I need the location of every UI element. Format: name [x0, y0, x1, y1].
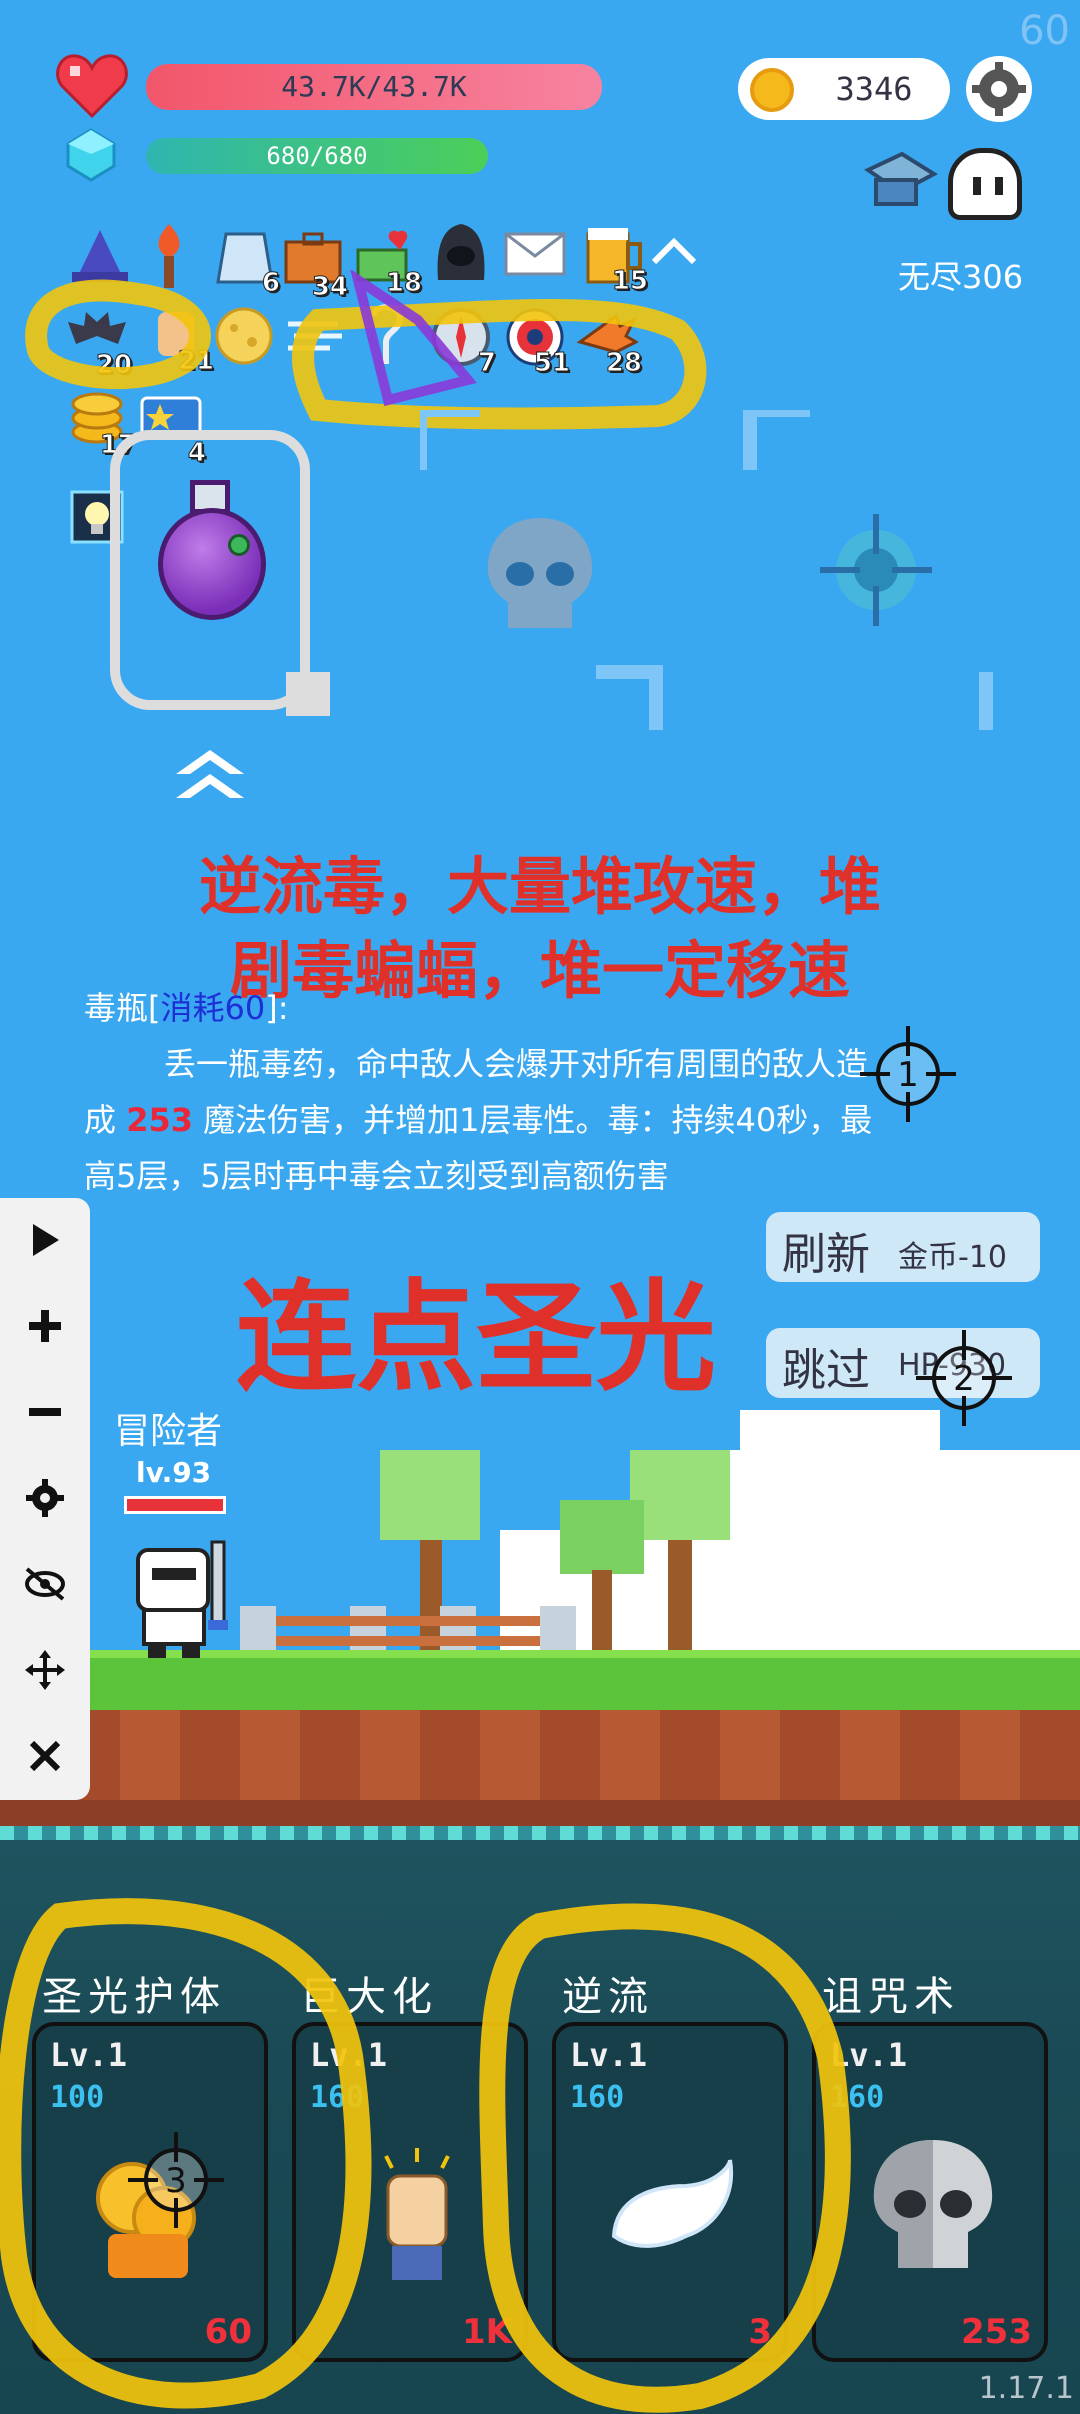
- version-label: 1.17.1: [978, 2371, 1074, 2406]
- marker-1-label: 1: [897, 1055, 919, 1095]
- gear-icon: [972, 62, 1026, 116]
- endless-mode-label: 无尽306: [898, 258, 1024, 296]
- map-icon[interactable]: [862, 150, 940, 214]
- player-level: lv.93: [136, 1456, 212, 1489]
- play-icon: [33, 1224, 59, 1256]
- player-name: 冒险者: [114, 1411, 223, 1452]
- slot-corners: [420, 410, 993, 730]
- ghost-icon[interactable]: [948, 148, 1022, 220]
- bracket-open: [: [148, 989, 161, 1027]
- coin-value: 3346: [835, 70, 913, 108]
- slot-corner: [286, 672, 330, 716]
- hp-bar: 43.7K/43.7K: [146, 64, 602, 110]
- eye-off-icon: [25, 1567, 65, 1601]
- fps-counter: 60: [1019, 8, 1070, 54]
- plus-icon: [29, 1310, 61, 1342]
- heart-icon: [56, 52, 128, 118]
- collapse-chevron-up-icon[interactable]: [650, 236, 698, 266]
- annotation-line-1: 逆流毒，大量堆攻速，堆: [198, 850, 881, 923]
- desc-suffix: 魔法伤害，并增加1层毒性。毒：持续40秒，最: [192, 1101, 873, 1139]
- zoom-in-button[interactable]: [0, 1284, 90, 1368]
- close-icon: [29, 1740, 61, 1772]
- refresh-cost: 金币-10: [898, 1240, 1007, 1275]
- coin-icon: [750, 68, 794, 112]
- minus-icon: [29, 1408, 61, 1416]
- move-icon: [25, 1650, 65, 1690]
- marker-3-label: 3: [165, 2161, 187, 2201]
- zoom-out-button[interactable]: [0, 1370, 90, 1454]
- player-hp-bar: [124, 1496, 226, 1514]
- move-button[interactable]: [0, 1628, 90, 1712]
- settings-button[interactable]: [966, 56, 1032, 122]
- toolbar-settings-button[interactable]: [0, 1456, 90, 1540]
- poison-potion-icon: [158, 508, 266, 620]
- skill-cost: 消耗60: [160, 989, 266, 1027]
- desc-line-c: 高5层，5层时再中毒会立刻受到高额伤害: [84, 1157, 669, 1195]
- crosshair-marker-3: 3: [128, 2132, 224, 2228]
- close-button[interactable]: [0, 1714, 90, 1798]
- gear-icon: [26, 1479, 64, 1517]
- desc-prefix: 成: [84, 1101, 127, 1139]
- panel-border-strip: [0, 1826, 1080, 1840]
- left-toolbar: [0, 1198, 90, 1800]
- coin-counter: 3346: [738, 58, 950, 120]
- bracket-close: ]:: [265, 989, 289, 1027]
- play-button[interactable]: [0, 1198, 90, 1282]
- potion-leaf: [228, 534, 250, 556]
- skill-name: 毒瓶: [84, 989, 149, 1027]
- crosshair-marker-1: 1: [860, 1026, 956, 1122]
- desc-damage: 253: [126, 1101, 193, 1139]
- hp-text: 43.7K/43.7K: [281, 70, 467, 103]
- mp-text: 680/680: [266, 142, 368, 170]
- mp-bar: 680/680: [146, 138, 488, 174]
- hide-button[interactable]: [0, 1542, 90, 1626]
- knight-character: [128, 1540, 238, 1660]
- mana-gem-icon: [66, 128, 116, 182]
- expand-arrows-icon[interactable]: [174, 748, 246, 804]
